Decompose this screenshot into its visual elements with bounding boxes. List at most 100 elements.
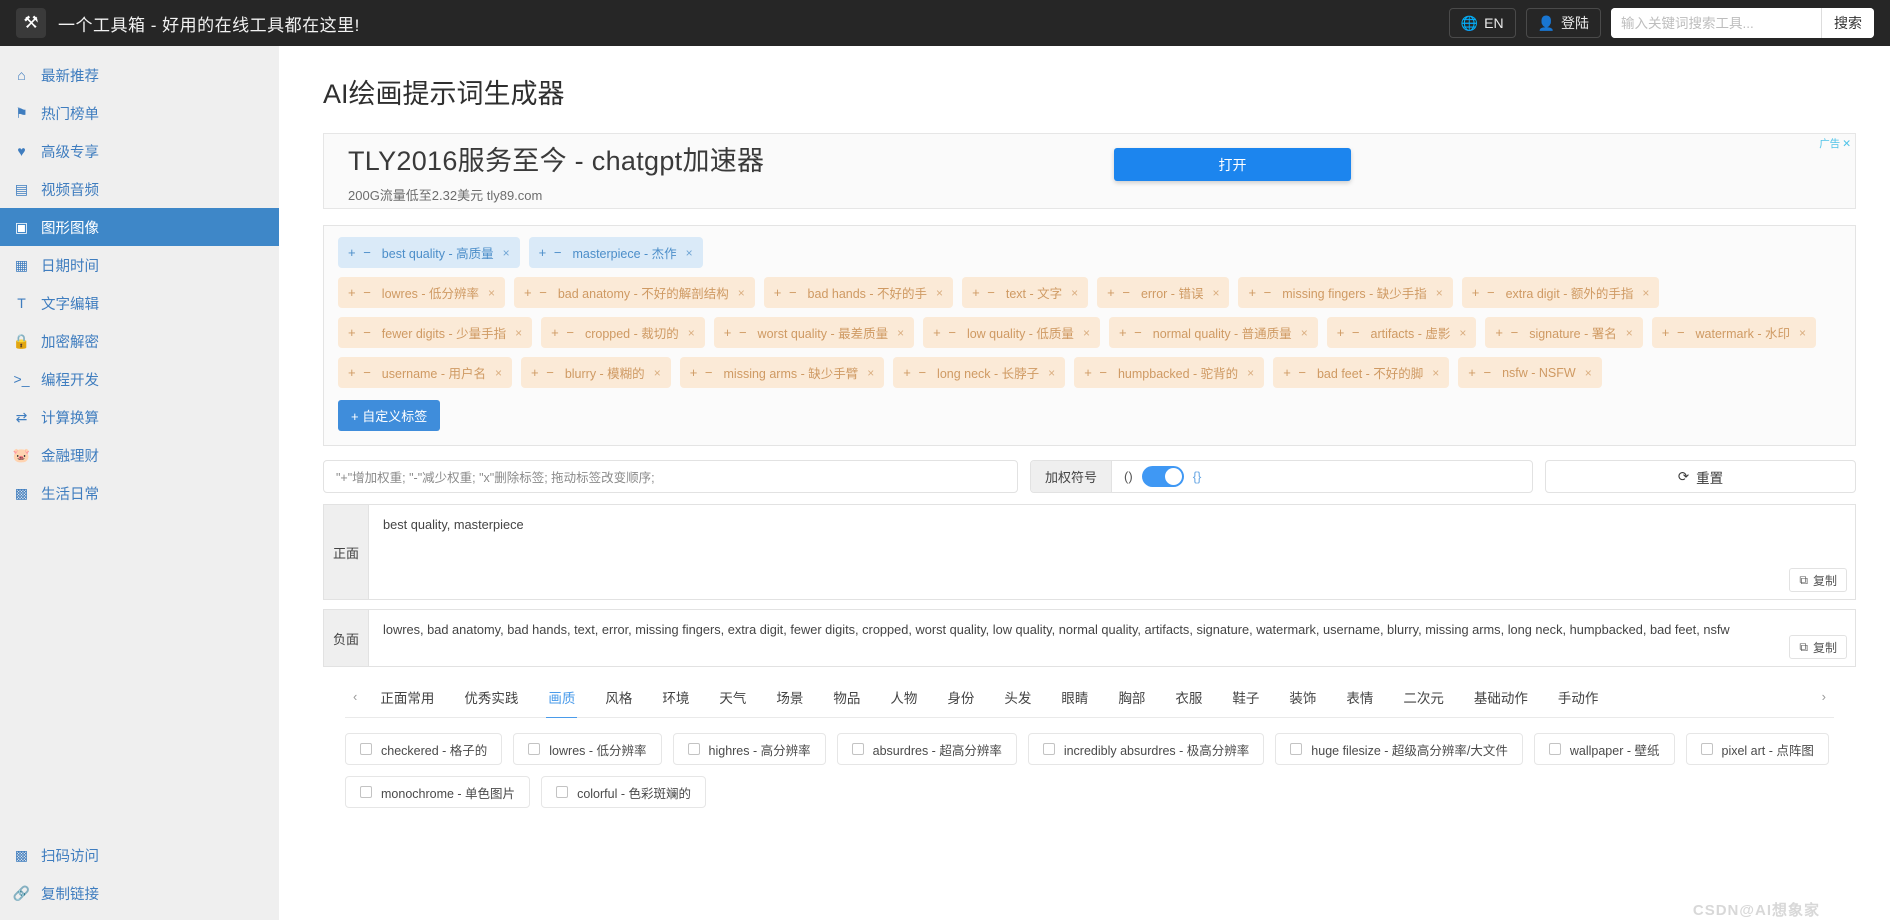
negative-tag[interactable]: + − missing fingers - 缺少手指 × [1238,277,1453,308]
tab-15[interactable]: 装饰 [1274,676,1331,718]
tab-5[interactable]: 天气 [704,676,761,718]
tag-plus-minus[interactable]: + − [774,285,799,300]
checkbox[interactable] [360,786,372,798]
negative-tag[interactable]: + − long neck - 长脖子 × [893,357,1066,388]
positive-prompt-textarea[interactable]: best quality, masterpiece [369,505,1855,599]
tag-plus-minus[interactable]: + − [1107,285,1132,300]
tag-plus-minus[interactable]: + − [1283,365,1308,380]
checkbox[interactable] [1042,743,1055,755]
negative-tag[interactable]: + − signature - 署名 × [1485,317,1643,348]
tag-plus-minus[interactable]: + − [1248,285,1273,300]
negative-tag[interactable]: + − bad feet - 不好的脚 × [1273,357,1450,388]
tab-14[interactable]: 鞋子 [1217,676,1274,718]
sidebar-item-1[interactable]: ⚑ 热门榜单 [0,94,279,132]
negative-tag[interactable]: + − missing arms - 缺少手臂 × [679,357,885,388]
tag-option-chip[interactable]: lowres - 低分辨率 [513,733,662,765]
tag-plus-minus[interactable]: + − [348,325,373,340]
tag-plus-minus[interactable]: + − [933,325,958,340]
tag-remove-icon[interactable]: × [495,366,502,380]
checkbox[interactable] [687,743,700,755]
tab-17[interactable]: 二次元 [1388,676,1459,718]
positive-tag[interactable]: + − masterpiece - 杰作 × [528,237,703,268]
tag-remove-icon[interactable]: × [738,286,745,300]
tag-plus-minus[interactable]: + − [551,325,576,340]
tag-remove-icon[interactable]: × [515,326,522,340]
checkbox[interactable] [556,786,569,798]
tag-remove-icon[interactable]: × [1432,366,1439,380]
sidebar-item-11[interactable]: ▩ 生活日常 [0,474,279,512]
tab-16[interactable]: 表情 [1331,676,1388,718]
tag-remove-icon[interactable]: × [1626,326,1633,340]
negative-tag[interactable]: + − extra digit - 额外的手指 × [1461,277,1660,308]
language-button[interactable]: 🌐 EN [1448,8,1516,38]
sidebar-item-9[interactable]: ⇄ 计算换算 [0,398,279,436]
tag-plus-minus[interactable]: + − [972,285,997,300]
checkbox[interactable] [851,743,864,755]
tag-remove-icon[interactable]: × [1799,326,1806,340]
weight-brace-option[interactable]: {} [1193,469,1202,484]
tab-7[interactable]: 物品 [818,676,875,718]
negative-tag[interactable]: + − low quality - 低质量 × [923,317,1100,348]
negative-tag[interactable]: + − nsfw - NSFW × [1458,357,1602,388]
negative-prompt-textarea[interactable]: lowres, bad anatomy, bad hands, text, er… [369,610,1855,666]
sidebar-bottom-item-0[interactable]: ▩ 扫码访问 [0,836,279,874]
tag-remove-icon[interactable]: × [1436,286,1443,300]
tag-remove-icon[interactable]: × [1048,366,1055,380]
negative-tag[interactable]: + − worst quality - 最差质量 × [713,317,915,348]
advertisement-banner[interactable]: TLY2016服务至今 - chatgpt加速器 200G流量低至2.32美元 … [323,133,1856,209]
tag-plus-minus[interactable]: + − [690,365,715,380]
tag-plus-minus[interactable]: + − [1119,325,1144,340]
tag-plus-minus[interactable]: + − [524,285,549,300]
tab-0[interactable]: 正面常用 [365,676,449,718]
checkbox[interactable] [1548,743,1561,755]
ad-open-button[interactable]: 打开 [1114,148,1351,181]
tag-plus-minus[interactable]: + − [539,245,564,260]
checkbox[interactable] [360,743,372,755]
tag-remove-icon[interactable]: × [688,326,695,340]
tab-12[interactable]: 胸部 [1103,676,1160,718]
chevron-left-icon[interactable]: ‹ [345,689,365,704]
tag-remove-icon[interactable]: × [867,366,874,380]
tab-6[interactable]: 场景 [761,676,818,718]
tag-option-chip[interactable]: pixel art - 点阵图 [1685,733,1829,765]
tag-plus-minus[interactable]: + − [348,365,373,380]
tag-remove-icon[interactable]: × [1301,326,1308,340]
negative-tag[interactable]: + − normal quality - 普通质量 × [1108,317,1318,348]
tag-plus-minus[interactable]: + − [531,365,556,380]
tag-remove-icon[interactable]: × [686,246,693,260]
negative-tag[interactable]: + − humpbacked - 驼背的 × [1074,357,1265,388]
copy-negative-button[interactable]: ⧉ 复制 [1789,635,1847,659]
tab-2[interactable]: 画质 [533,676,590,718]
sidebar-item-4[interactable]: ▣ 图形图像 [0,208,279,246]
tag-plus-minus[interactable]: + − [1495,325,1520,340]
close-icon[interactable]: ✕ [1842,138,1851,150]
tag-option-chip[interactable]: colorful - 色彩斑斓的 [541,776,706,808]
tag-remove-icon[interactable]: × [1247,366,1254,380]
hint-input[interactable]: "+"增加权重; "-"减少权重; "x"删除标签; 拖动标签改变顺序; [323,460,1018,493]
tag-option-chip[interactable]: absurdres - 超高分辨率 [836,733,1017,765]
negative-tag[interactable]: + − bad anatomy - 不好的解剖结构 × [514,277,755,308]
chevron-right-icon[interactable]: › [1814,689,1834,704]
tag-option-chip[interactable]: monochrome - 单色图片 [345,776,531,808]
negative-tag[interactable]: + − text - 文字 × [962,277,1089,308]
tab-9[interactable]: 身份 [932,676,989,718]
negative-tag[interactable]: + − artifacts - 虚影 × [1326,317,1477,348]
checkbox[interactable] [1700,743,1713,755]
sidebar-item-0[interactable]: ⌂ 最新推荐 [0,56,279,94]
reset-button[interactable]: ⟳ 重置 [1545,460,1856,493]
negative-tag[interactable]: + − watermark - 水印 × [1651,317,1816,348]
tag-remove-icon[interactable]: × [1083,326,1090,340]
checkbox[interactable] [1290,743,1303,755]
checkbox[interactable] [528,743,541,755]
weight-symbol-toggle[interactable] [1141,466,1184,487]
tag-remove-icon[interactable]: × [1585,366,1592,380]
custom-tag-button[interactable]: + 自定义标签 [338,400,441,431]
sidebar-item-6[interactable]: T 文字编辑 [0,284,279,322]
tag-remove-icon[interactable]: × [1071,286,1078,300]
sidebar-item-3[interactable]: ▤ 视频音频 [0,170,279,208]
sidebar-item-5[interactable]: ▦ 日期时间 [0,246,279,284]
negative-tag[interactable]: + − fewer digits - 少量手指 × [338,317,533,348]
tag-option-chip[interactable]: huge filesize - 超级高分辨率/大文件 [1275,733,1523,765]
tab-13[interactable]: 衣服 [1160,676,1217,718]
sidebar-bottom-item-1[interactable]: 🔗 复制链接 [0,874,279,912]
